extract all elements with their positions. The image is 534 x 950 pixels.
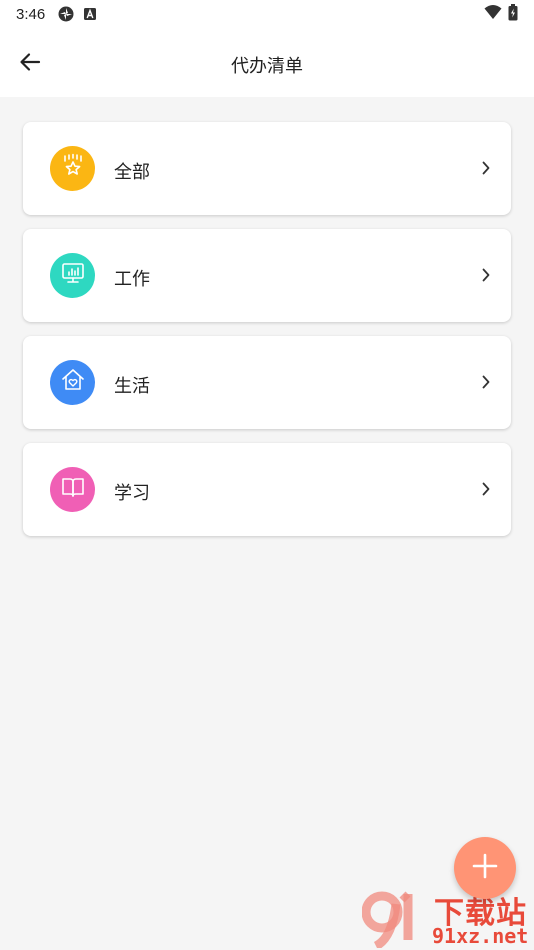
category-label: 全部 [114, 162, 150, 182]
watermark-logo-icon [361, 890, 428, 950]
category-card-life[interactable]: 生活 [23, 336, 511, 429]
status-time: 3:46 [16, 5, 46, 23]
category-icon-badge [50, 253, 95, 298]
page-title: 代办清单 [231, 56, 303, 76]
watermark-domain: 91xz.net [432, 924, 529, 948]
app-bar: 代办清单 [0, 28, 534, 97]
wifi-icon [484, 4, 502, 24]
category-list: 全部 工作 生活 学习 [23, 122, 511, 550]
add-button[interactable] [454, 837, 516, 899]
chevron-right-icon [481, 160, 491, 176]
category-card-all[interactable]: 全部 [23, 122, 511, 215]
crown-star-icon [60, 153, 86, 184]
chevron-right-icon [481, 374, 491, 390]
plus-icon [472, 853, 498, 884]
chevron-right-icon [481, 267, 491, 283]
open-book-icon [60, 474, 86, 505]
vpn-icon [57, 5, 75, 23]
category-card-work[interactable]: 工作 [23, 229, 511, 322]
status-bar: 3:46 [0, 0, 534, 28]
category-icon-badge [50, 146, 95, 191]
watermark: 下载站 91xz.net [361, 888, 534, 950]
category-icon-badge [50, 360, 95, 405]
category-icon-badge [50, 467, 95, 512]
category-card-study[interactable]: 学习 [23, 443, 511, 536]
keyboard-a-icon [83, 7, 97, 21]
category-label: 工作 [114, 269, 150, 289]
category-label: 学习 [114, 483, 150, 503]
house-heart-icon [60, 367, 86, 398]
category-label: 生活 [114, 376, 150, 396]
battery-icon [508, 3, 518, 25]
monitor-chart-icon [60, 260, 86, 291]
chevron-right-icon [481, 481, 491, 497]
